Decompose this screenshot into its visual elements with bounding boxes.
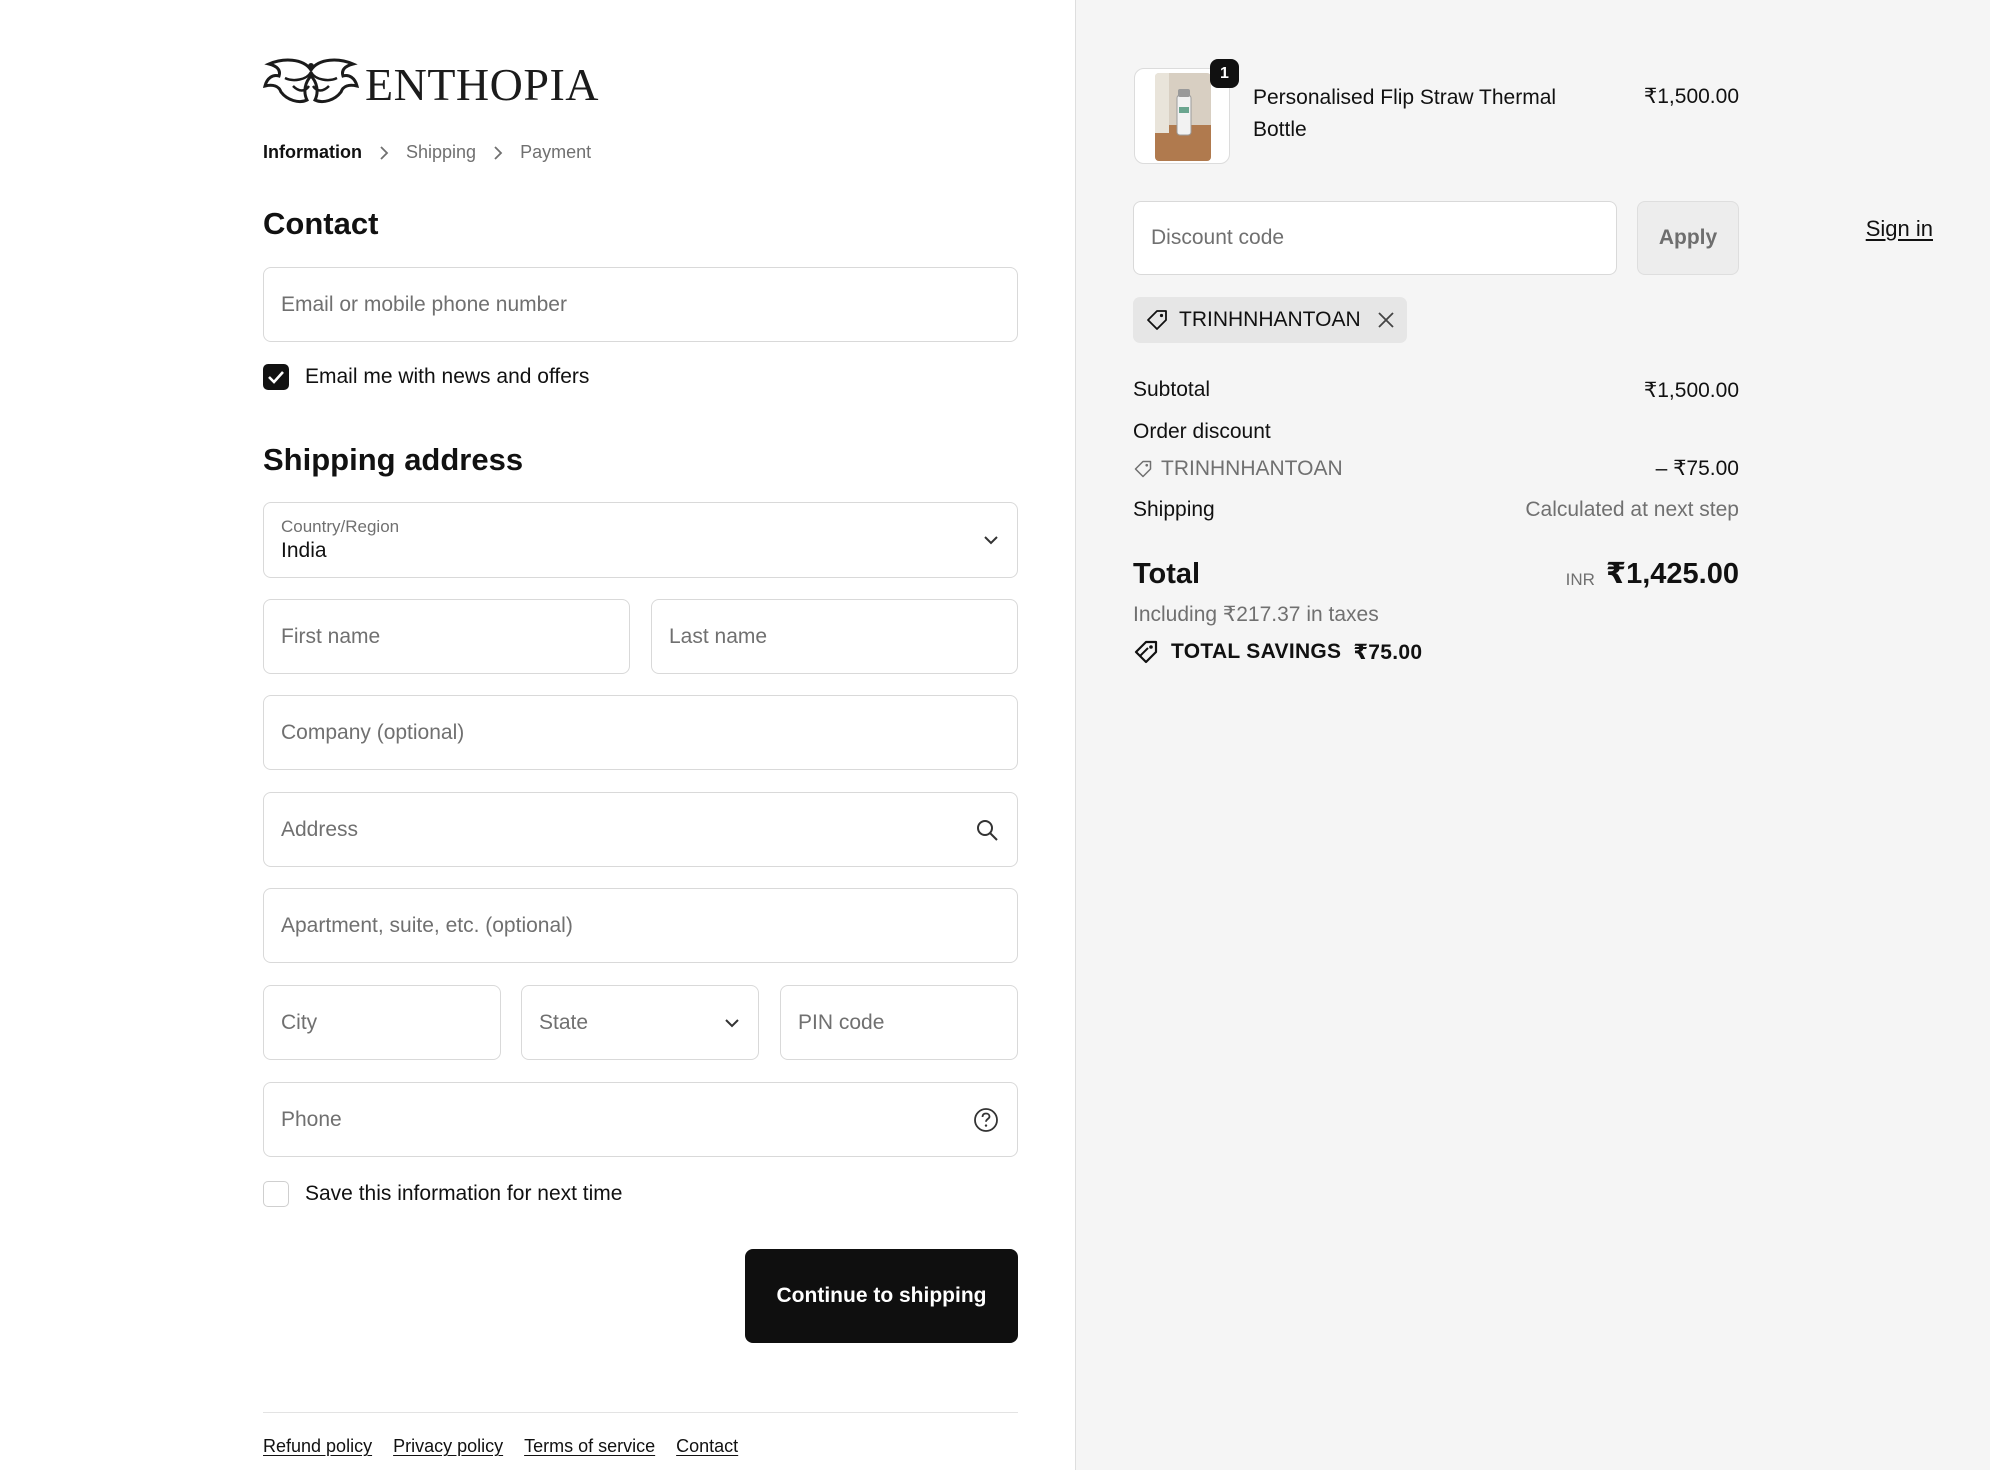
order-discount-label: Order discount <box>1133 420 1271 443</box>
phone-field[interactable] <box>263 1082 1018 1157</box>
shipping-row: Shipping Calculated at next step <box>1133 498 1739 522</box>
contact-link[interactable]: Contact <box>676 1436 738 1457</box>
address-input[interactable] <box>281 817 1000 842</box>
applied-discount-chip: TRINHNHANTOAN <box>1133 297 1407 343</box>
total-amount: ₹1,425.00 <box>1605 558 1739 590</box>
news-offers-checkbox[interactable] <box>263 364 289 390</box>
shipping-label: Shipping <box>1133 498 1215 521</box>
tax-note: Including ₹217.37 in taxes <box>1133 603 1379 626</box>
tag-icon <box>1133 459 1153 479</box>
product-image <box>1155 73 1211 161</box>
order-discount-row: Order discount <box>1133 420 1739 444</box>
sign-in-link[interactable]: Sign in <box>1866 216 1933 242</box>
save-info-checkbox[interactable] <box>263 1181 289 1207</box>
tag-icon <box>1145 308 1169 332</box>
breadcrumb-shipping[interactable]: Shipping <box>406 142 476 163</box>
terms-of-service-link[interactable]: Terms of service <box>524 1436 655 1457</box>
country-value: India <box>281 538 327 562</box>
order-discount-code-row: TRINHNHANTOAN – ₹75.00 <box>1133 456 1739 481</box>
news-offers-label: Email me with news and offers <box>305 365 590 388</box>
shipping-address-heading: Shipping address <box>263 442 524 477</box>
product-name: Personalised Flip Straw Thermal Bottle <box>1253 86 1557 141</box>
total-amount-group: INR ₹1,425.00 <box>1566 556 1739 591</box>
total-savings: TOTAL SAVINGS ₹75.00 <box>1133 639 1422 665</box>
country-label: Country/Region <box>281 516 400 536</box>
wings-logo-icon <box>263 58 359 104</box>
privacy-policy-link[interactable]: Privacy policy <box>393 1436 503 1457</box>
breadcrumb-payment[interactable]: Payment <box>520 142 591 163</box>
order-discount-code: TRINHNHANTOAN <box>1161 456 1343 480</box>
currency-code: INR <box>1565 570 1595 589</box>
news-offers-checkbox-row[interactable]: Email me with news and offers <box>263 364 589 390</box>
company-input[interactable] <box>281 720 1000 745</box>
pin-code-input[interactable] <box>798 1010 1000 1035</box>
refund-policy-link[interactable]: Refund policy <box>263 1436 372 1457</box>
product-price: ₹1,500.00 <box>1643 85 1739 108</box>
tax-note-row: Including ₹217.37 in taxes <box>1133 602 1739 627</box>
savings-tag-icon <box>1133 639 1159 665</box>
breadcrumb-information: Information <box>263 142 362 162</box>
product-thumbnail: 1 <box>1134 59 1239 164</box>
apply-discount-button[interactable]: Apply <box>1637 201 1739 275</box>
chevron-down-icon <box>983 535 999 545</box>
company-field[interactable] <box>263 695 1018 770</box>
total-row: Total INR ₹1,425.00 <box>1133 556 1739 591</box>
total-label: Total <box>1133 558 1201 590</box>
city-input[interactable] <box>281 1010 483 1035</box>
brand-name: ENTHOPIA <box>365 58 599 110</box>
email-input[interactable] <box>281 292 1000 317</box>
breadcrumb: Information Shipping Payment <box>263 142 591 163</box>
save-info-label: Save this information for next time <box>305 1182 623 1205</box>
footer-divider <box>263 1412 1018 1413</box>
state-placeholder: State <box>539 1010 589 1034</box>
first-name-input[interactable] <box>281 624 612 649</box>
state-select[interactable]: State <box>521 985 759 1060</box>
search-icon[interactable] <box>975 818 999 842</box>
address-field[interactable] <box>263 792 1018 867</box>
chevron-down-icon <box>724 1018 740 1028</box>
apartment-input[interactable] <box>281 913 1000 938</box>
order-discount-value: – ₹75.00 <box>1655 457 1739 480</box>
chevron-right-icon <box>493 145 503 160</box>
discount-code-field[interactable] <box>1133 201 1617 275</box>
pin-code-field[interactable] <box>780 985 1018 1060</box>
phone-input[interactable] <box>281 1107 1000 1132</box>
discount-code-input[interactable] <box>1151 226 1599 250</box>
chevron-right-icon <box>379 145 389 160</box>
shipping-value: Calculated at next step <box>1525 498 1739 521</box>
last-name-input[interactable] <box>669 624 1000 649</box>
checkmark-icon <box>268 371 284 384</box>
subtotal-label: Subtotal <box>1133 378 1211 401</box>
help-circle-icon[interactable] <box>973 1107 999 1133</box>
subtotal-value: ₹1,500.00 <box>1643 379 1739 402</box>
email-field[interactable] <box>263 267 1018 342</box>
first-name-field[interactable] <box>263 599 630 674</box>
contact-heading: Contact <box>263 206 379 241</box>
apartment-field[interactable] <box>263 888 1018 963</box>
city-field[interactable] <box>263 985 501 1060</box>
save-info-checkbox-row[interactable]: Save this information for next time <box>263 1181 622 1207</box>
country-select[interactable]: Country/Region India <box>263 502 1018 578</box>
brand-logo[interactable]: ENTHOPIA <box>263 52 599 116</box>
quantity-badge: 1 <box>1210 59 1239 88</box>
last-name-field[interactable] <box>651 599 1018 674</box>
footer-links: Refund policy Privacy policy Terms of se… <box>263 1436 738 1457</box>
continue-to-shipping-button[interactable]: Continue to shipping <box>745 1249 1018 1343</box>
applied-discount-code: TRINHNHANTOAN <box>1179 308 1361 331</box>
close-icon[interactable] <box>1377 311 1395 329</box>
savings-label: TOTAL SAVINGS <box>1171 640 1342 663</box>
order-discount-code-group: TRINHNHANTOAN <box>1133 456 1343 481</box>
subtotal-row: Subtotal ₹1,500.00 <box>1133 378 1739 403</box>
savings-value: ₹75.00 <box>1353 640 1423 664</box>
